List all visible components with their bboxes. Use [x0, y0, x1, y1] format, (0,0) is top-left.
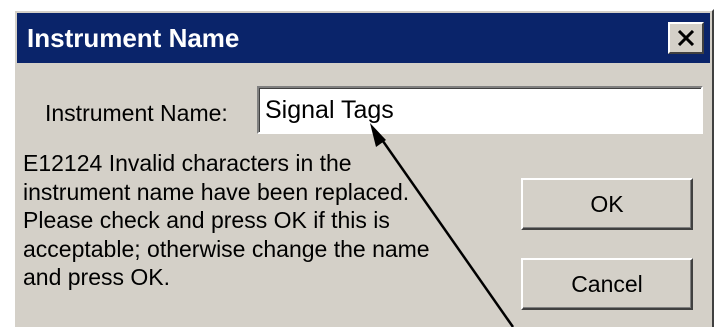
- instrument-name-dialog: Instrument Name Instrument Name: E12124 …: [13, 9, 714, 327]
- ok-button[interactable]: OK: [521, 178, 693, 230]
- close-icon: [677, 30, 695, 46]
- instrument-name-input[interactable]: [257, 86, 703, 134]
- cancel-button[interactable]: Cancel: [521, 258, 693, 310]
- close-button[interactable]: [668, 22, 704, 54]
- error-message: E12124 Invalid characters in the instrum…: [23, 150, 430, 290]
- title-bar: Instrument Name: [17, 13, 710, 63]
- dialog-title: Instrument Name: [27, 23, 240, 53]
- instrument-name-label: Instrument Name:: [45, 100, 228, 126]
